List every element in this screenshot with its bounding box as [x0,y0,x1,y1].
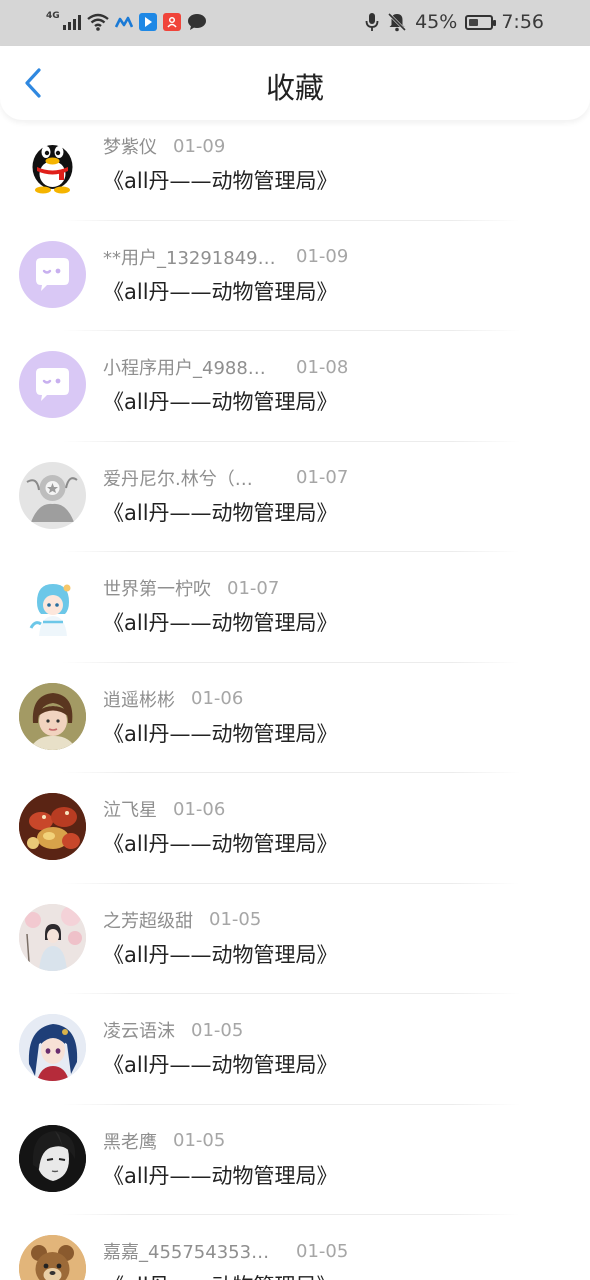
item-date: 01-08 [296,356,349,378]
user-name: 小程序用户_4988… [103,358,266,379]
avatar[interactable] [19,1124,86,1192]
user-name: **用户_13291849… [103,247,276,269]
item-title[interactable]: 《all丹——动物管理局》 [103,939,338,969]
avatar[interactable] [19,682,86,750]
item-date: 01-07 [296,467,349,488]
item-meta: 世界第一柠吹 01-07 [103,575,279,601]
avatar[interactable] [19,793,86,860]
item-title[interactable]: 《all丹——动物管理局》 [103,1160,338,1190]
list-item[interactable]: **用户_13291849… 01-09 《all丹——动物管理局》 [0,221,590,331]
list-item[interactable]: 泣飞星 01-06 《all丹——动物管理局》 [0,773,590,884]
item-date: 01-05 [173,1130,226,1151]
status-right-icons: 45% 7:56 [365,10,544,34]
user-name: 凌云语沫 [103,1021,175,1042]
item-meta: 嘉嘉_455754353… 01-05 [103,1238,348,1264]
user-name: 黑老鹰 [103,1131,157,1153]
item-date: 01-05 [191,1019,244,1041]
app-icon [162,13,181,31]
item-title[interactable]: 《all丹——动物管理局》 [103,607,338,637]
item-title[interactable]: 《all丹——动物管理局》 [103,165,338,195]
item-title[interactable]: 《all丹——动物管理局》 [103,497,338,527]
user-name: 逍遥彬彬 [103,689,175,711]
item-date: 01-06 [191,688,244,709]
avatar[interactable] [19,1235,86,1280]
avatar[interactable] [19,351,86,418]
item-meta: 泣飞星 01-06 [103,796,225,822]
list-item[interactable]: 嘉嘉_455754353… 01-05 《all丹——动物管理局》 [0,1215,590,1280]
item-title[interactable]: 《all丹——动物管理局》 [103,1270,338,1280]
list-item[interactable]: 黑老鹰 01-05 《all丹——动物管理局》 [0,1105,590,1215]
item-meta: 凌云语沫 01-05 [103,1017,243,1043]
item-title[interactable]: 《all丹——动物管理局》 [103,276,338,306]
battery-percent: 45% [415,11,458,33]
list-item[interactable]: 逍遥彬彬 01-06 《all丹——动物管理局》 [0,663,590,773]
favorites-list: 梦紫仪 01-09 《all丹——动物管理局》 **用户_13291849… 0… [0,110,590,1280]
item-meta: 梦紫仪 01-09 [103,133,225,159]
battery-icon [465,14,497,30]
item-meta: 爱丹尼尔.林兮（… 01-07 [103,465,348,491]
item-date: 01-09 [296,246,349,267]
item-title[interactable]: 《all丹——动物管理局》 [103,828,338,858]
wifi-icon [86,13,109,31]
network-type: 4G [46,11,60,21]
list-item[interactable]: 爱丹尼尔.林兮（… 01-07 《all丹——动物管理局》 [0,442,590,552]
app-icon [138,13,157,31]
status-left-icons: 4G [46,10,207,34]
page-title: 收藏 [265,71,324,105]
clock: 7:56 [501,11,544,33]
list-item[interactable]: 之芳超级甜 01-05 《all丹——动物管理局》 [0,884,590,994]
avatar[interactable] [19,130,86,197]
user-name: 嘉嘉_455754353… [103,1242,270,1263]
item-meta: 逍遥彬彬 01-06 [103,686,243,712]
app-icon [114,16,133,28]
avatar[interactable] [19,240,86,308]
battery-level [469,18,479,26]
list-item[interactable]: 凌云语沫 01-05 《all丹——动物管理局》 [0,994,590,1105]
item-meta: 之芳超级甜 01-05 [103,907,261,933]
signal-icon [62,14,81,30]
chat-bubble-icon [187,14,206,30]
item-meta: 小程序用户_4988… 01-08 [103,354,348,380]
item-date: 01-05 [209,909,262,930]
item-meta: **用户_13291849… 01-09 [103,244,348,270]
mute-bell-icon [388,12,407,32]
item-title[interactable]: 《all丹——动物管理局》 [103,386,338,416]
item-date: 01-07 [227,577,280,599]
item-meta: 黑老鹰 01-05 [103,1128,225,1154]
avatar[interactable] [19,572,86,639]
item-date: 01-05 [296,1240,349,1262]
user-name: 梦紫仪 [103,137,157,158]
user-name: 泣飞星 [103,800,157,821]
status-bar: 4G 45% 7:56 [0,0,590,46]
avatar[interactable] [19,461,86,529]
user-name: 之芳超级甜 [103,910,193,932]
item-date: 01-09 [173,135,226,157]
header: 收藏 [0,46,590,120]
avatar[interactable] [19,1014,86,1081]
item-title[interactable]: 《all丹——动物管理局》 [103,718,338,748]
microphone-icon [365,13,379,31]
list-item[interactable]: 世界第一柠吹 01-07 《all丹——动物管理局》 [0,552,590,663]
avatar[interactable] [19,903,86,971]
user-name: 爱丹尼尔.林兮（… [103,468,253,490]
item-title[interactable]: 《all丹——动物管理局》 [103,1049,338,1079]
list-item[interactable]: 小程序用户_4988… 01-08 《all丹——动物管理局》 [0,331,590,442]
user-name: 世界第一柠吹 [103,579,211,600]
item-date: 01-06 [173,798,226,820]
